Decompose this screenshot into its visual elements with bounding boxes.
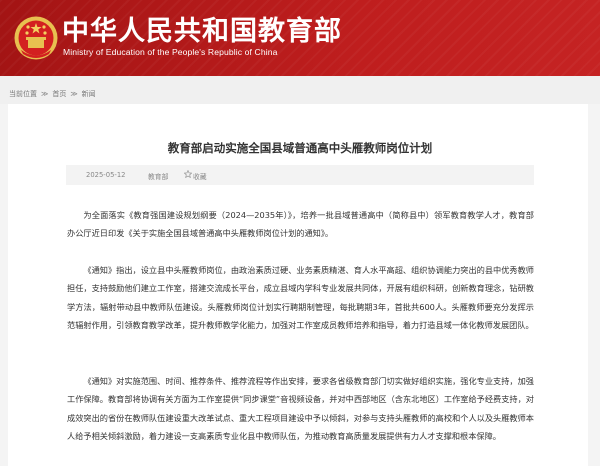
- site-subtitle: Ministry of Education of the People's Re…: [63, 47, 278, 57]
- national-emblem-icon[interactable]: [13, 14, 59, 62]
- breadcrumb-news-link[interactable]: 新闻: [82, 89, 96, 99]
- breadcrumb-current-position: 当前位置: [9, 90, 37, 98]
- article-title: 教育部启动实施全国县域普通高中头雁教师岗位计划: [167, 141, 433, 155]
- article-source: 教育部: [148, 173, 169, 181]
- breadcrumb-home-link[interactable]: 首页: [52, 89, 66, 99]
- breadcrumb-separator: ≫: [41, 90, 49, 98]
- star-icon[interactable]: [184, 170, 192, 178]
- favorite-label[interactable]: 收藏: [193, 171, 207, 181]
- site-title: 中华人民共和国教育部: [62, 16, 342, 47]
- article-date: 2025-05-12: [86, 171, 126, 179]
- article-paragraph: 《通知》指出，设立县中头雁教师岗位，由政治素质过硬、业务素质精湛、育人水平高超、…: [67, 265, 534, 331]
- site-header: 中华人民共和国教育部 Ministry of Education of the …: [0, 0, 600, 76]
- article-paragraph: 《通知》对实施范围、时间、推荐条件、推荐流程等作出安排，要求各省级教育部门切实做…: [67, 376, 534, 442]
- article-paragraph: 为全面落实《教育强国建设规划纲要（2024—2035年）》，培养一批县域普通高中…: [67, 210, 534, 239]
- breadcrumb: 当前位置 ≫ 首页 ≫ 新闻: [9, 89, 96, 99]
- article-meta-bar: 2025-05-12 教育部 收藏: [66, 165, 534, 185]
- breadcrumb-separator: ≫: [70, 90, 78, 98]
